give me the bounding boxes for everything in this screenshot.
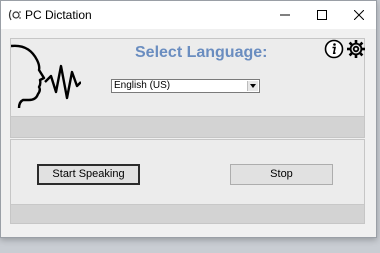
app-icon bbox=[8, 9, 21, 21]
client-area: Select Language: English (US) Start Spea… bbox=[1, 29, 376, 237]
maximize-icon bbox=[316, 10, 327, 20]
close-button[interactable] bbox=[340, 1, 377, 29]
window-title: PC Dictation bbox=[25, 8, 92, 22]
close-icon bbox=[353, 10, 364, 20]
gear-icon[interactable] bbox=[346, 39, 366, 59]
controls-panel: Start Speaking Stop bbox=[10, 139, 365, 224]
select-language-heading: Select Language: bbox=[135, 44, 268, 61]
language-dropdown[interactable]: English (US) bbox=[111, 79, 260, 93]
stop-button[interactable]: Stop bbox=[230, 164, 333, 185]
controls-panel-footer bbox=[11, 204, 364, 223]
info-icon[interactable] bbox=[324, 39, 344, 59]
voice-waveform-icon bbox=[11, 44, 81, 109]
app-window: PC Dictation Select Language: English (U… bbox=[0, 0, 377, 238]
minimize-icon bbox=[279, 14, 290, 16]
chevron-down-icon[interactable] bbox=[247, 81, 258, 91]
maximize-button[interactable] bbox=[303, 1, 340, 29]
start-speaking-button[interactable]: Start Speaking bbox=[37, 164, 140, 185]
language-panel: Select Language: English (US) bbox=[10, 38, 365, 138]
language-selected-value: English (US) bbox=[114, 80, 171, 91]
language-panel-footer bbox=[11, 116, 364, 137]
minimize-button[interactable] bbox=[266, 1, 303, 29]
title-bar[interactable]: PC Dictation bbox=[1, 1, 376, 29]
